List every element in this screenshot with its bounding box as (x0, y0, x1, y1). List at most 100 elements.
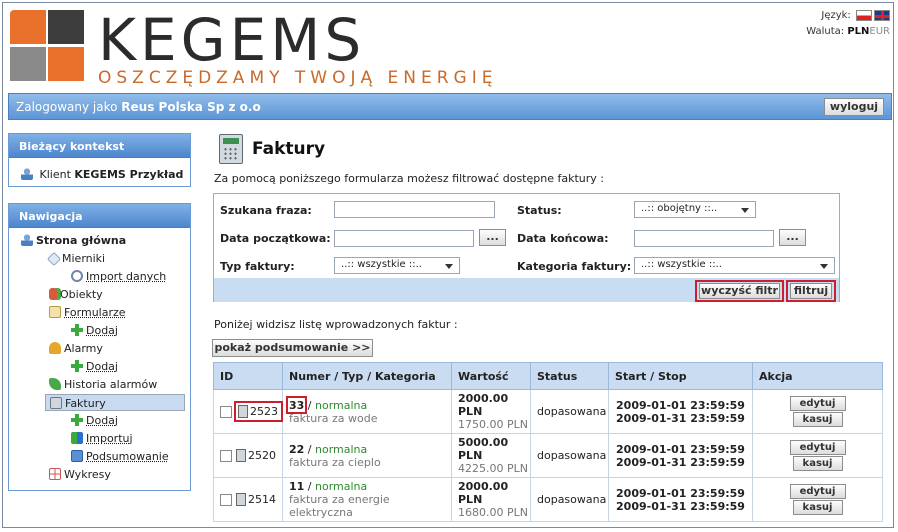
nav-invoices[interactable]: Faktury (45, 394, 185, 411)
row-id[interactable]: 2520 (248, 449, 276, 462)
brand-tagline: OSZCZĘDZAMY TWOJĄ ENERGIĘ (98, 68, 498, 88)
nav-meters[interactable]: Mierniki (46, 251, 105, 267)
alarm-history-icon (49, 378, 61, 390)
type-select[interactable]: ..:: wszystkie ::.. (334, 257, 460, 274)
invoice-value: 2000.00 PLN (458, 480, 509, 506)
delete-button[interactable]: kasuj (792, 412, 843, 427)
col-header-number[interactable]: Numer / Typ / Kategoria (282, 362, 452, 390)
nav-forms-add-label: Dodaj (86, 324, 118, 337)
nav-invoices-import[interactable]: Importuj (71, 432, 133, 445)
nav-forms-add[interactable]: Dodaj (71, 324, 118, 337)
edit-button[interactable]: edytuj (789, 440, 846, 455)
page-title: Faktury (252, 139, 326, 159)
search-input[interactable] (334, 201, 495, 218)
col-header-start-stop[interactable]: Start / Stop (608, 362, 753, 390)
type-label: Typ faktury: (220, 260, 295, 273)
show-summary-button[interactable]: pokaż podsumowanie >> (212, 339, 373, 357)
invoice-number[interactable]: 11 (289, 480, 304, 493)
row-id[interactable]: 2514 (248, 493, 276, 506)
row-checkbox[interactable] (220, 405, 232, 418)
nav-home[interactable]: Strona główna (21, 234, 126, 247)
search-label: Szukana fraza: (220, 204, 312, 217)
date-end-picker-button[interactable]: ... (779, 229, 806, 246)
polish-flag-icon[interactable] (856, 9, 872, 21)
brand-name: KEGEMS (98, 6, 366, 74)
meter-icon (46, 251, 62, 267)
clear-filter-button[interactable]: wyczyść filtr (699, 283, 780, 299)
row-id-wrap: 2523 (234, 400, 283, 423)
nav-alarm-history[interactable]: Historia alarmów (49, 378, 157, 391)
navigation-panel: Nawigacja Strona główna Mierniki Import … (8, 203, 191, 491)
invoice-calculator-icon (219, 134, 243, 164)
col-header-value[interactable]: Wartość (451, 362, 531, 390)
dates-cell: 2009-01-01 23:59:59 2009-01-31 23:59:59 (608, 433, 753, 478)
nav-import-data[interactable]: Import danych (71, 270, 166, 283)
nav-invoices-summary[interactable]: Podsumowanie (71, 450, 169, 463)
col-header-action: Akcja (752, 362, 883, 390)
locale-switcher: Język: Waluta: PLNEUR (806, 9, 890, 41)
nav-charts[interactable]: Wykresy (49, 468, 111, 481)
currency-pln[interactable]: PLN (847, 26, 869, 37)
nav-alarms[interactable]: Alarmy (49, 342, 103, 355)
table-header-row: ID Numer / Typ / Kategoria Wartość Statu… (213, 362, 883, 390)
invoice-row-icon (236, 493, 246, 507)
logged-in-prefix: Zalogowany jako (16, 100, 118, 114)
invoice-category: faktura za energie elektryczna (289, 493, 390, 519)
invoice-type: normalna (315, 480, 368, 493)
status-cell: dopasowana (530, 389, 609, 434)
table-row: 2514 11 / normalna faktura za energie ele… (213, 477, 883, 522)
client-prefix: Klient (39, 168, 71, 181)
nav-objects[interactable]: Obiekty (49, 288, 103, 301)
invoices-table: ID Numer / Typ / Kategoria Wartość Statu… (213, 362, 883, 522)
delete-button[interactable]: kasuj (792, 456, 843, 471)
nav-forms-label: Formularze (64, 306, 126, 319)
date-start-input[interactable] (334, 230, 474, 247)
edit-button[interactable]: edytuj (789, 396, 846, 411)
invoice-calculator-icon (50, 397, 62, 409)
login-bar: Zalogowany jako Reus Polska Sp z o.o wyl… (8, 93, 892, 120)
id-cell: 2523 (213, 389, 283, 434)
number-cell: 33 / normalna faktura za wode (282, 389, 452, 434)
col-header-status[interactable]: Status (530, 362, 609, 390)
start-date: 2009-01-01 23:59:59 (616, 486, 745, 500)
chevron-down-icon (741, 208, 749, 213)
invoice-type: normalna (315, 398, 368, 412)
col-header-id[interactable]: ID (213, 362, 283, 390)
category-select[interactable]: ..:: wszystkie ::.. (634, 257, 835, 274)
status-select[interactable]: ..:: obojętny ::.. (634, 201, 756, 218)
language-label: Język: (821, 10, 851, 21)
logout-button[interactable]: wyloguj (824, 98, 884, 116)
row-checkbox[interactable] (220, 449, 232, 462)
import-icon (71, 432, 83, 444)
nav-home-label: Strona główna (36, 234, 127, 247)
edit-button[interactable]: edytuj (789, 484, 846, 499)
forms-icon (49, 306, 61, 318)
import-clock-icon (71, 270, 83, 282)
date-end-input[interactable] (634, 230, 774, 247)
nav-alarms-add[interactable]: Dodaj (71, 360, 118, 373)
action-cell: edytuj kasuj (752, 477, 883, 522)
currency-eur[interactable]: EUR (869, 26, 890, 37)
nav-forms[interactable]: Formularze (49, 306, 126, 319)
context-panel-title: Bieżący kontekst (9, 134, 190, 158)
invoice-number[interactable]: 22 (289, 443, 304, 456)
nav-invoices-add[interactable]: Dodaj (71, 414, 118, 427)
number-cell: 22 / normalna faktura za cieplo (282, 433, 452, 478)
date-start-picker-button[interactable]: ... (479, 229, 506, 246)
number-highlight (286, 395, 308, 414)
row-checkbox[interactable] (220, 493, 232, 506)
apply-filter-button[interactable]: filtruj (790, 283, 832, 299)
value-cell: 5000.00 PLN 4225.00 PLN (451, 433, 531, 478)
invoice-category: faktura za cieplo (289, 455, 381, 469)
invoice-value-net: 4225.00 PLN (458, 462, 528, 475)
currency-label: Waluta: (806, 26, 845, 37)
nav-invoices-summary-label: Podsumowanie (86, 450, 169, 463)
chart-icon (49, 468, 61, 480)
filter-form: Szukana fraza: Status: ..:: obojętny ::.… (213, 193, 840, 302)
start-date: 2009-01-01 23:59:59 (616, 442, 745, 456)
english-flag-icon[interactable] (874, 9, 890, 21)
add-icon (71, 360, 83, 372)
objects-icon (49, 288, 57, 300)
action-cell: edytuj kasuj (752, 389, 883, 434)
delete-button[interactable]: kasuj (792, 500, 843, 515)
